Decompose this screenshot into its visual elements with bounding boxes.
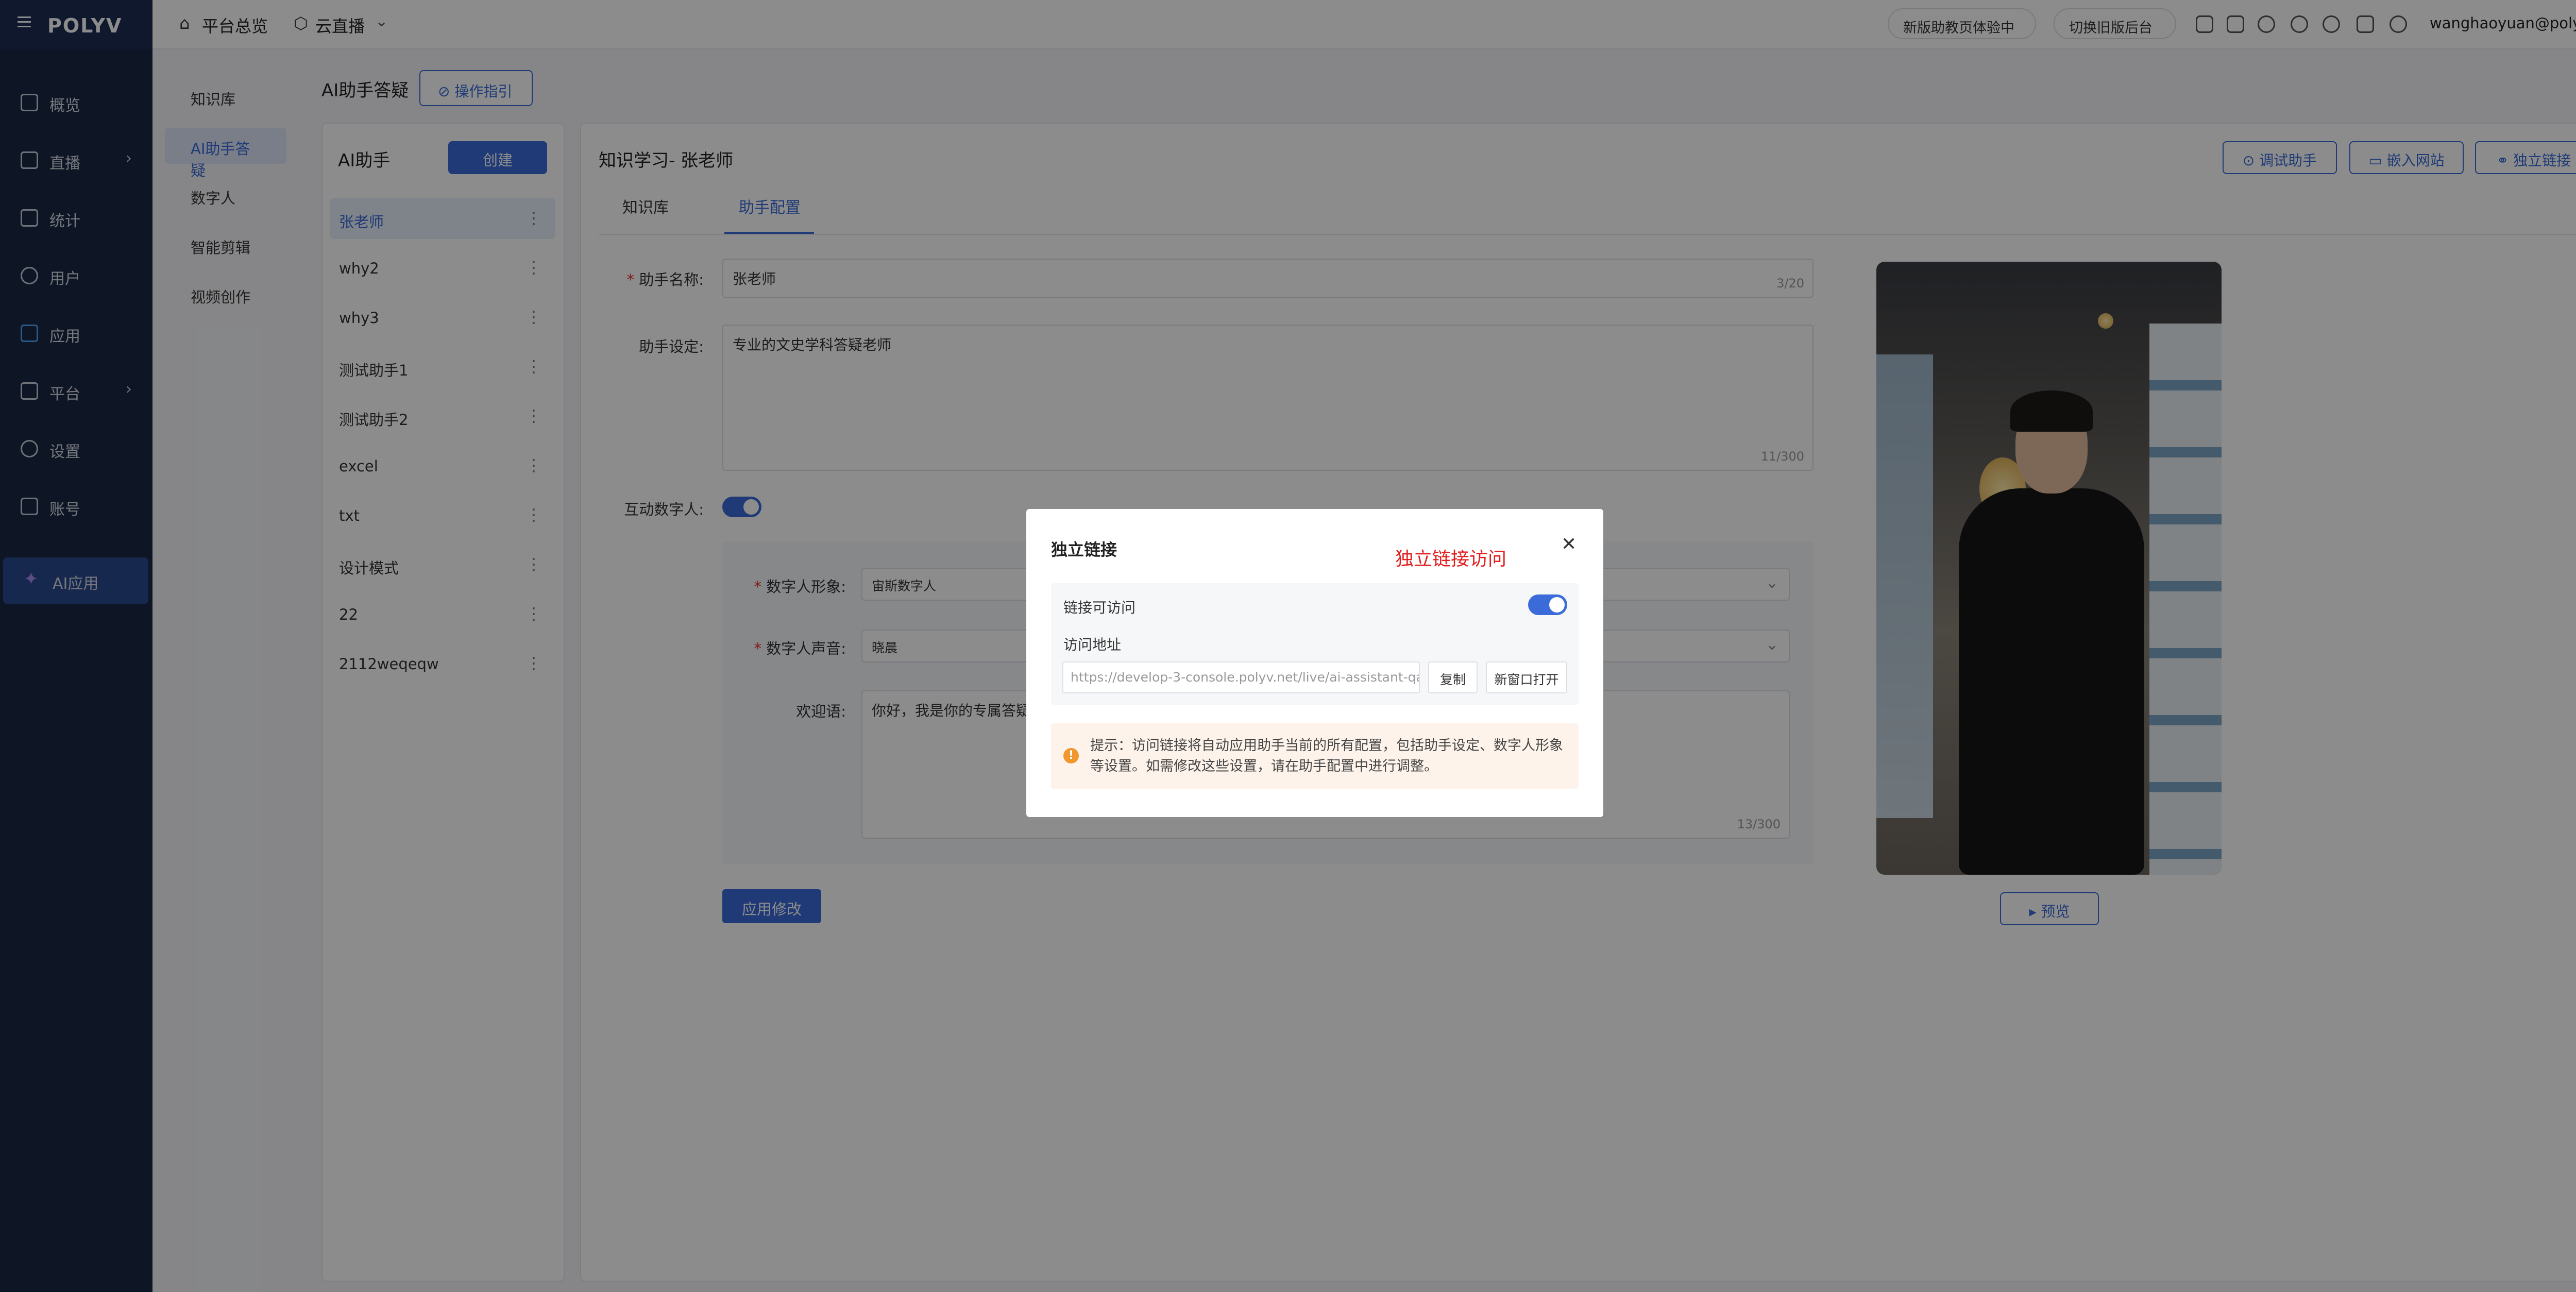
- link-access-toggle[interactable]: [1528, 594, 1567, 615]
- tip-text: 提示：访问链接将自动应用助手当前的所有配置，包括助手设定、数字人形象等设置。如需…: [1090, 738, 1563, 774]
- warning-icon: !: [1063, 748, 1079, 763]
- open-new-window-button[interactable]: 新窗口打开: [1486, 661, 1567, 693]
- close-icon[interactable]: ✕: [1561, 534, 1577, 555]
- dialog-title: 独立链接: [1051, 540, 1117, 559]
- dialog-annotation: 独立链接访问: [1395, 549, 1507, 570]
- url-label: 访问地址: [1063, 636, 1122, 653]
- link-access-label: 链接可访问: [1063, 599, 1136, 616]
- url-input[interactable]: https://develop-3-console.polyv.net/live…: [1062, 661, 1420, 693]
- copy-button[interactable]: 复制: [1428, 661, 1478, 693]
